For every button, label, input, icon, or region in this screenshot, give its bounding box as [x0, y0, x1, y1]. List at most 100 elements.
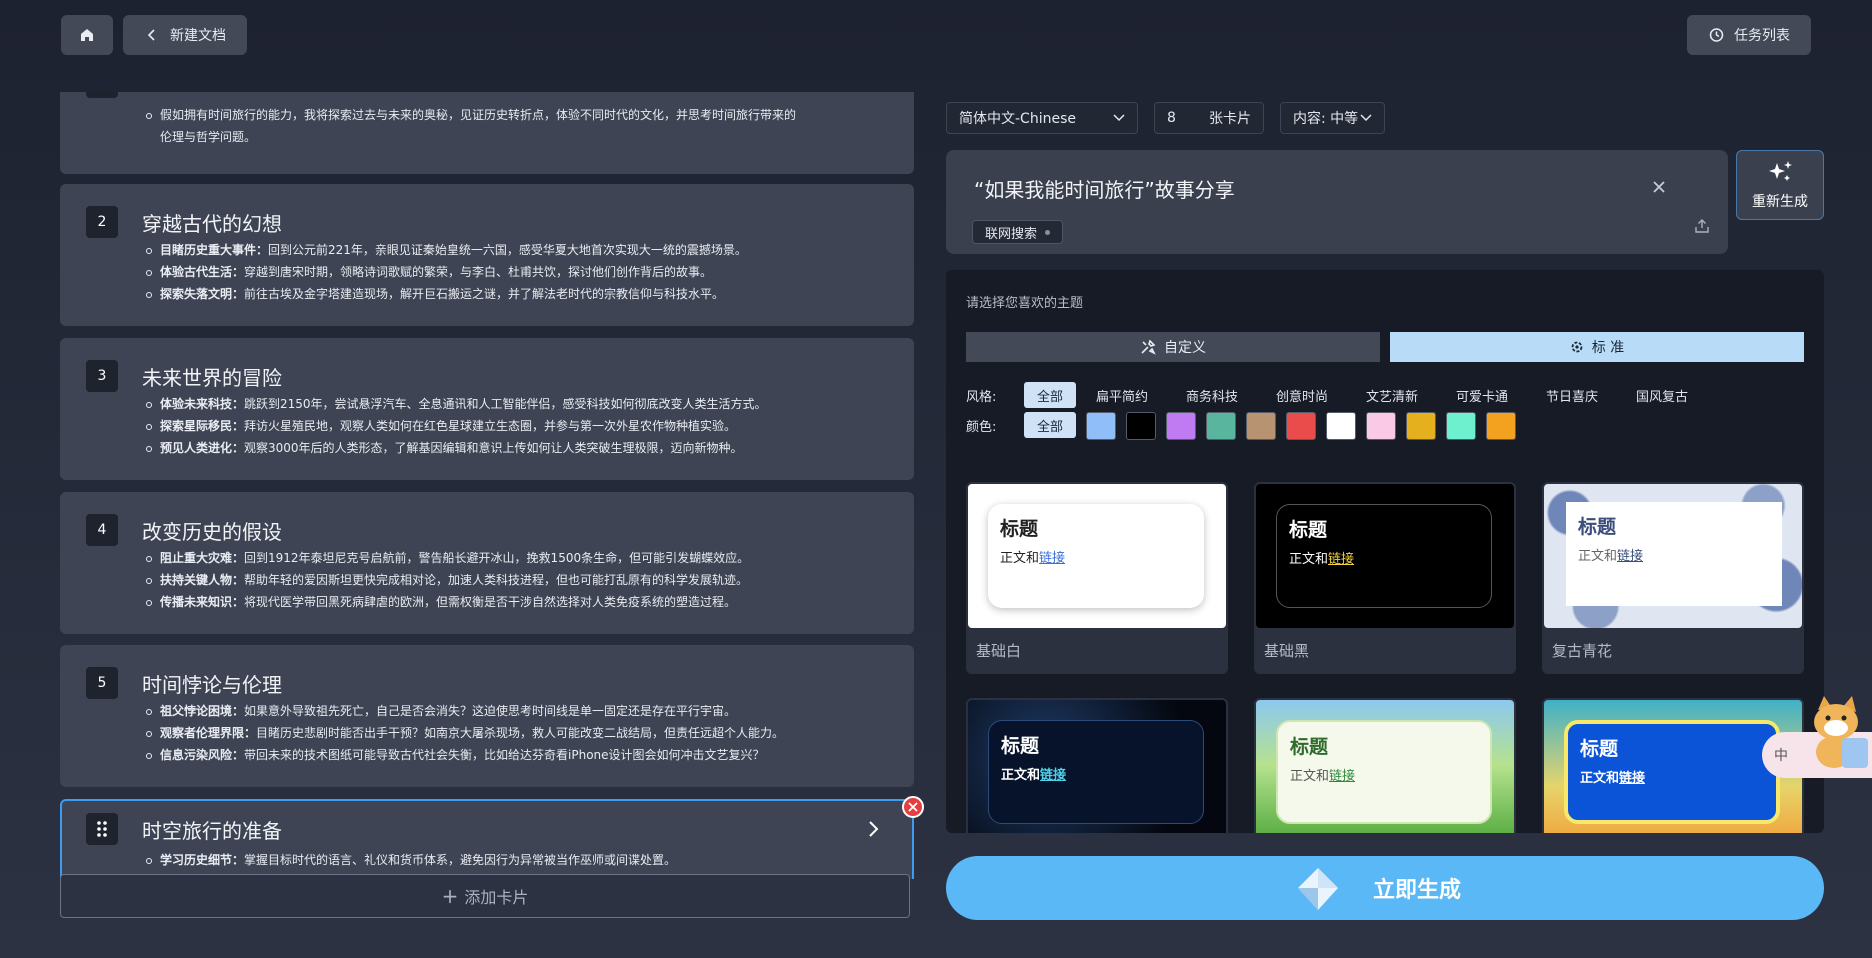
bullet-item: 探索星际移民：拜访火星殖民地，观察人类如何在红色星球建立生态圈，并参与第一次外星… [146, 415, 860, 437]
theme-card-blue-porcelain[interactable]: 标题 正文和链接 复古青花 [1542, 482, 1804, 674]
language-value: 简体中文-Chinese [959, 111, 1076, 127]
style-chip-festive[interactable]: 节日喜庆 [1546, 382, 1598, 408]
preview-body: 正文和 [1289, 552, 1329, 567]
style-chip-fresh[interactable]: 文艺清新 [1366, 382, 1418, 408]
assistant-widget[interactable]: 中 [1762, 696, 1872, 778]
language-select[interactable]: 简体中文-Chinese [946, 102, 1138, 134]
card-number: 4 [86, 514, 118, 546]
color-swatch-mint[interactable] [1446, 412, 1476, 440]
bullet-text: 掌握目标时代的语言、礼仪和货币体系，避免因行为异常被当作巫师或间谍处置。 [244, 853, 677, 867]
color-swatch-black[interactable] [1126, 412, 1156, 440]
upload-icon[interactable] [1694, 218, 1710, 234]
card-unit-label: 张卡片 [1209, 111, 1251, 127]
color-swatch-teal[interactable] [1206, 412, 1236, 440]
bullet-key: 观察者伦理界限： [160, 726, 257, 740]
outline-card[interactable]: 假如拥有时间旅行的能力，我将探索过去与未来的奥秘，见证历史转折点，体验不同时代的… [60, 92, 914, 174]
bullet-text: 前往古埃及金字塔建造现场，解开巨石搬运之谜，并了解法老时代的宗教信仰与科技水平。 [244, 287, 725, 301]
preview-title: 标题 [1001, 735, 1040, 757]
regenerate-label: 重新生成 [1752, 194, 1808, 210]
color-swatch-pink[interactable] [1366, 412, 1396, 440]
tab-standard[interactable]: 标 准 [1390, 332, 1804, 362]
color-swatch-gold[interactable] [1406, 412, 1436, 440]
outline-card-5[interactable]: 5 时间悖论与伦理 祖父悖论困境：如果意外导致祖先死亡，自己是否会消失？这迫使思… [60, 645, 914, 787]
add-card-button[interactable]: + 添加卡片 [60, 874, 910, 918]
card-title[interactable]: 未来世界的冒险 [142, 362, 282, 391]
card-count-value: 8 [1167, 110, 1176, 126]
close-icon [908, 802, 918, 812]
card-number: 2 [86, 206, 118, 238]
bullet-key: 信息污染风险： [160, 748, 245, 762]
theme-panel: 请选择您喜欢的主题 自定义 标 准 风格: 全部 扁平简约 商务科技 创意时尚 … [946, 270, 1824, 833]
content-value: 内容: 中等 [1293, 111, 1359, 127]
color-swatch-orange[interactable] [1486, 412, 1516, 440]
home-button[interactable] [61, 15, 113, 55]
content-length-select[interactable]: 内容: 中等 [1280, 102, 1385, 134]
card-title[interactable]: 穿越古代的幻想 [142, 208, 282, 237]
style-chip-cute[interactable]: 可爱卡通 [1456, 382, 1508, 408]
bullet-item: 祖父悖论困境：如果意外导致祖先死亡，自己是否会消失？这迫使思考时间线是单一固定还… [146, 700, 860, 722]
color-label: 颜色: [966, 420, 997, 435]
preview-body: 正文和 [1290, 769, 1330, 784]
chevron-right-icon[interactable] [866, 819, 880, 839]
bullet-text: 回到公元前221年，亲眼见证秦始皇统一六国，感受华夏大地首次实现大一统的震撼场景… [268, 243, 747, 257]
color-chip-all[interactable]: 全部 [1024, 412, 1076, 438]
theme-card-basic-white[interactable]: 标题 正文和链接 基础白 [966, 482, 1228, 674]
preview-link: 链接 [1040, 768, 1067, 783]
outline-card-2[interactable]: 2 穿越古代的幻想 目睹历史重大事件：回到公元前221年，亲眼见证秦始皇统一六国… [60, 184, 914, 326]
bullet-text: 跳跃到2150年，尝试悬浮汽车、全息通讯和人工智能伴侣，感受科技如何彻底改变人类… [244, 397, 767, 411]
prompt-text[interactable]: “如果我能时间旅行”故事分享 [974, 174, 1235, 203]
generate-now-button[interactable]: 立即生成 [946, 856, 1824, 920]
bullet-item: 信息污染风险：带回未来的技术图纸可能导致古代社会失衡，比如给达芬奇看iPhone… [146, 744, 860, 766]
delete-card-button[interactable] [902, 796, 924, 818]
back-new-doc-button[interactable]: 新建文档 [123, 15, 247, 55]
style-chip-creative[interactable]: 创意时尚 [1276, 382, 1328, 408]
color-swatch-tan[interactable] [1246, 412, 1276, 440]
regenerate-button[interactable]: 重新生成 [1736, 150, 1824, 220]
style-chip-all[interactable]: 全部 [1024, 382, 1076, 408]
outline-card-3[interactable]: 3 未来世界的冒险 体验未来科技：跳跃到2150年，尝试悬浮汽车、全息通讯和人工… [60, 338, 914, 480]
bullet-text: 目睹历史悲剧时能否出手干预？如南京大屠杀现场，救人可能改变二战结局，但责任远超个… [256, 726, 785, 740]
drag-handle[interactable] [86, 813, 118, 845]
task-list-button[interactable]: 任务列表 [1687, 15, 1811, 55]
style-chip-retro[interactable]: 国风复古 [1636, 382, 1688, 408]
add-card-label: 添加卡片 [464, 888, 529, 907]
color-swatch-red[interactable] [1286, 412, 1316, 440]
tools-icon [1141, 339, 1156, 355]
task-list-label: 任务列表 [1734, 28, 1790, 44]
theme-card-meadow[interactable]: 标题 正文和链接 [1254, 698, 1516, 833]
style-chip-business[interactable]: 商务科技 [1186, 382, 1238, 408]
web-search-toggle[interactable]: 联网搜索 [972, 220, 1064, 244]
color-swatch-purple[interactable] [1166, 412, 1196, 440]
chevron-down-icon [1360, 114, 1372, 122]
bullet-key: 阻止重大灾难： [160, 551, 245, 565]
clear-icon[interactable] [1652, 180, 1666, 194]
theme-card-tech-dark[interactable]: 标题 正文和链接 [966, 698, 1228, 833]
bullet-key: 传播未来知识： [160, 595, 245, 609]
card-title[interactable]: 时空旅行的准备 [142, 815, 282, 844]
card-count-input[interactable]: 8 张卡片 [1154, 102, 1264, 134]
theme-card-basic-black[interactable]: 标题 正文和链接 基础黑 [1254, 482, 1516, 674]
style-chip-flat[interactable]: 扁平简约 [1096, 382, 1148, 408]
color-swatch-blue[interactable] [1086, 412, 1116, 440]
theme-preview: 标题 正文和链接 [1544, 484, 1802, 628]
theme-name: 基础白 [976, 642, 1022, 660]
preview-body: 正文和 [1578, 549, 1618, 564]
mascot-dog-icon [1814, 696, 1868, 768]
generate-label: 立即生成 [1372, 878, 1461, 903]
card-bullets: 阻止重大灾难：回到1912年泰坦尼克号启航前，警告船长避开冰山，挽救1500条生… [146, 547, 860, 613]
theme-name: 复古青花 [1552, 642, 1613, 660]
chevron-down-icon [1113, 114, 1125, 122]
card-title[interactable]: 时间悖论与伦理 [142, 669, 282, 698]
bullet-text-wrap: 伦理与哲学问题。 [160, 130, 257, 144]
prompt-box[interactable]: “如果我能时间旅行”故事分享 联网搜索 [946, 150, 1728, 254]
preview-title: 标题 [1580, 738, 1619, 760]
bullet-item: 假如拥有时间旅行的能力，我将探索过去与未来的奥秘，见证历史转折点，体验不同时代的… [146, 104, 860, 126]
outline-card-6-active[interactable]: 时空旅行的准备 学习历史细节：掌握目标时代的语言、礼仪和货币体系，避免因行为异常… [60, 799, 914, 879]
bullet-item: 扶持关键人物：帮助年轻的爱因斯坦更快完成相对论，加速人类科技进程，但也可能打乱原… [146, 569, 860, 591]
tab-custom[interactable]: 自定义 [966, 332, 1380, 362]
card-title[interactable]: 改变历史的假设 [142, 516, 282, 545]
bullet-key: 体验古代生活： [160, 265, 245, 279]
outline-card-4[interactable]: 4 改变历史的假设 阻止重大灾难：回到1912年泰坦尼克号启航前，警告船长避开冰… [60, 492, 914, 634]
ime-indicator: 中 [1774, 748, 1788, 764]
color-swatch-white[interactable] [1326, 412, 1356, 440]
